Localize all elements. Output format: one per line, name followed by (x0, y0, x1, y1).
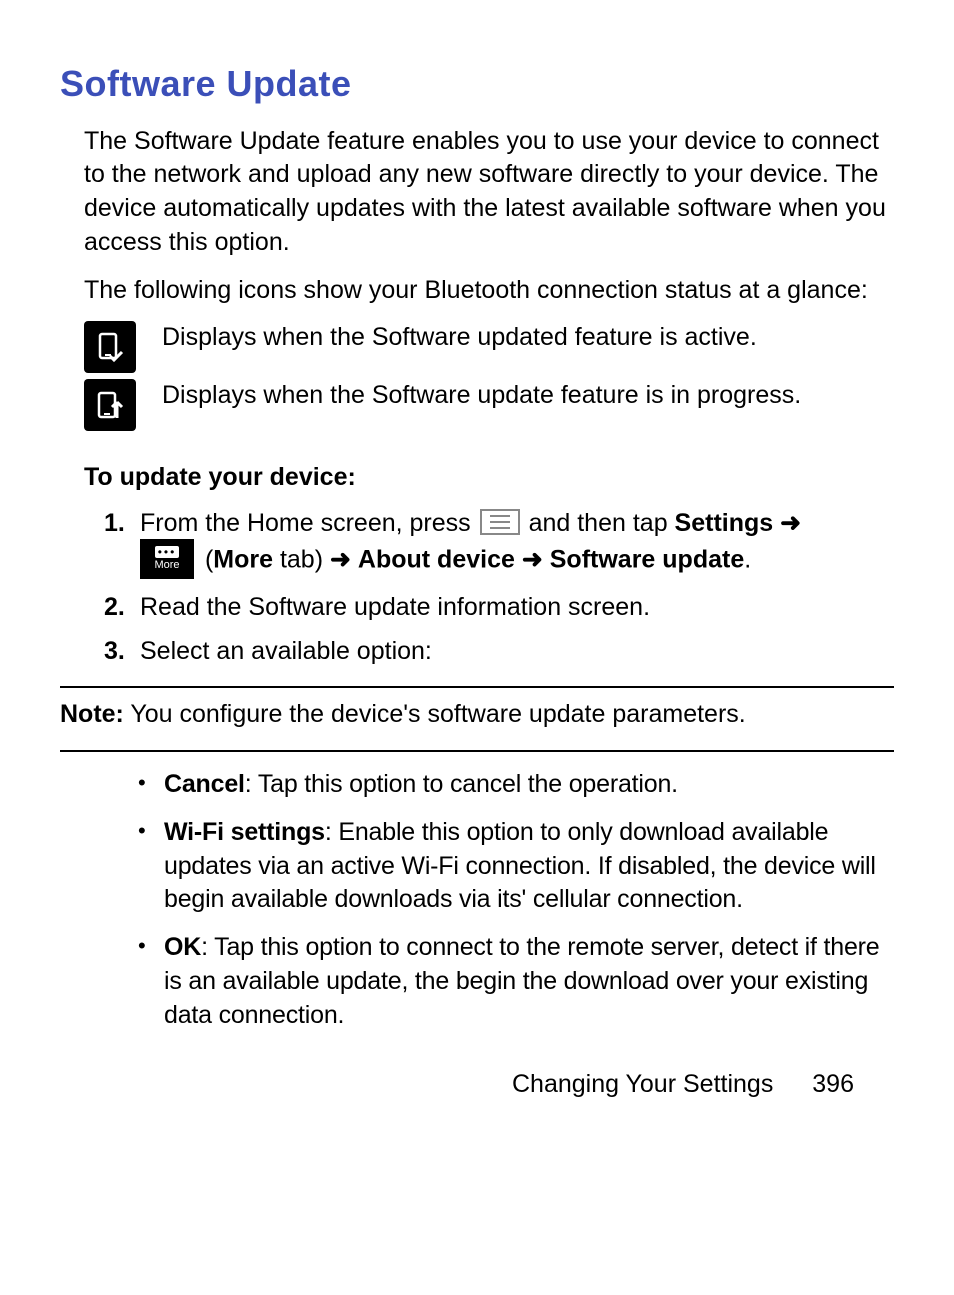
list-item: Wi-Fi settings: Enable this option to on… (138, 816, 894, 917)
options-list: Cancel: Tap this option to cancel the op… (138, 768, 894, 1032)
step-2-text: Read the Software update information scr… (140, 591, 894, 625)
step-3-text: Select an available option: (140, 635, 894, 669)
status-icon-row-active: Displays when the Software updated featu… (84, 321, 894, 373)
divider (60, 686, 894, 688)
note-paragraph: Note: You configure the device's softwar… (60, 698, 894, 732)
list-item: Cancel: Tap this option to cancel the op… (138, 768, 894, 802)
step-number: 1. (104, 507, 140, 581)
procedure-steps: 1. From the Home screen, press and then … (104, 507, 894, 668)
arrow-icon: ➜ (330, 545, 351, 573)
page-heading: Software Update (60, 60, 894, 109)
more-tab-icon: ••• More (140, 539, 194, 579)
arrow-icon: ➜ (522, 545, 543, 573)
page-number: 396 (812, 1068, 854, 1102)
procedure-heading: To update your device: (84, 461, 894, 495)
arrow-icon: ➜ (780, 509, 801, 537)
footer-section-title: Changing Your Settings (512, 1070, 773, 1098)
step-number: 3. (104, 635, 140, 669)
list-item: OK: Tap this option to connect to the re… (138, 931, 894, 1032)
menu-key-icon (480, 509, 520, 535)
intro-paragraph-1: The Software Update feature enables you … (84, 125, 894, 260)
step-number: 2. (104, 591, 140, 625)
status-icon-active-text: Displays when the Software updated featu… (162, 321, 894, 355)
intro-paragraph-2: The following icons show your Bluetooth … (84, 274, 894, 308)
software-update-active-icon (84, 321, 136, 373)
software-update-progress-icon (84, 379, 136, 431)
page-footer: Changing Your Settings 396 (60, 1068, 894, 1102)
status-icon-row-progress: Displays when the Software update featur… (84, 379, 894, 431)
step-1-text: From the Home screen, press and then tap… (140, 507, 894, 581)
status-icon-progress-text: Displays when the Software update featur… (162, 379, 894, 413)
divider (60, 750, 894, 752)
